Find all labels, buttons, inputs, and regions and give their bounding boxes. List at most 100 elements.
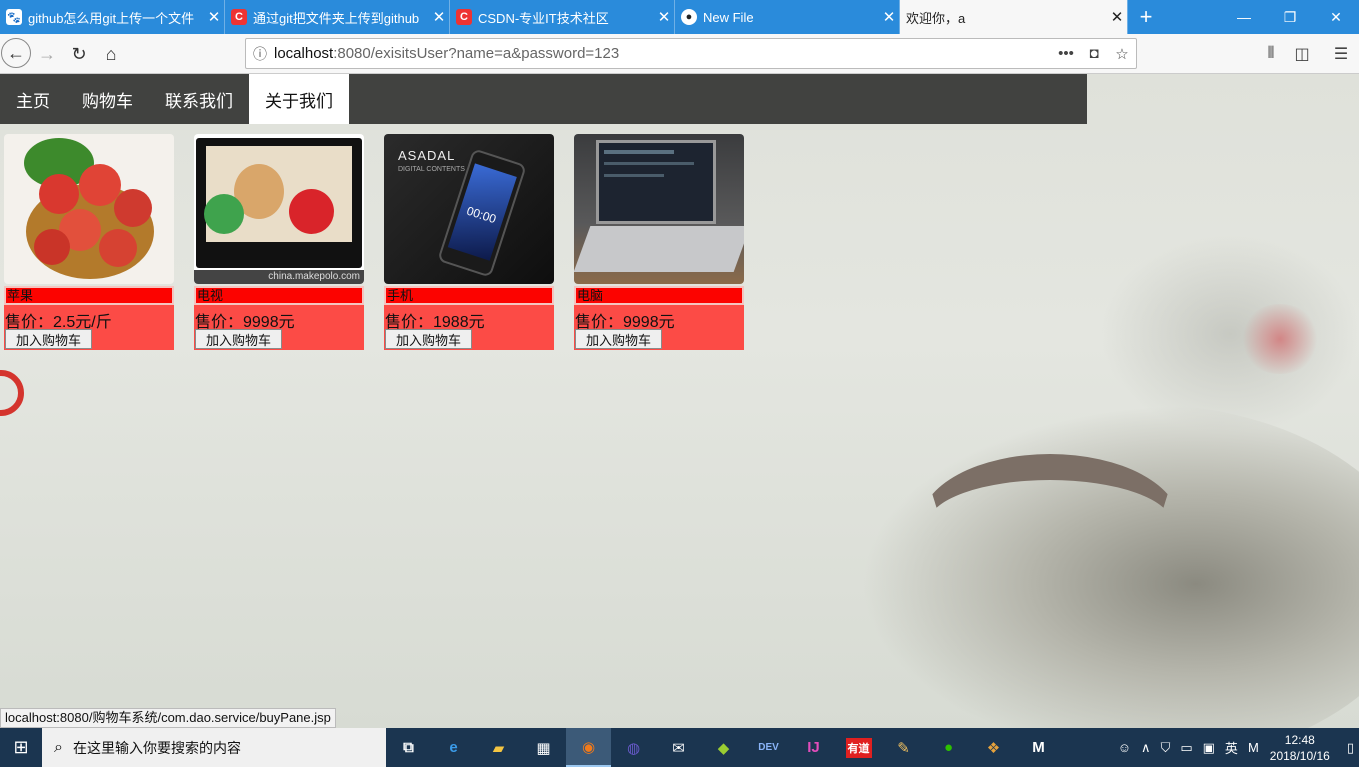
tab-0[interactable]: 🐾 github怎么用git上传一个文件 ✕ bbox=[0, 0, 225, 34]
people-icon[interactable]: ☺ bbox=[1118, 740, 1131, 755]
menu-icon[interactable]: ☰ bbox=[1326, 40, 1356, 68]
app-icon[interactable]: ❖ bbox=[971, 728, 1016, 767]
close-tab-icon[interactable]: ✕ bbox=[1107, 8, 1127, 26]
phone-time: 00:00 bbox=[447, 163, 517, 261]
close-tab-icon[interactable]: ✕ bbox=[879, 8, 899, 26]
blossom-shape bbox=[1240, 304, 1320, 374]
new-tab-button[interactable]: + bbox=[1128, 0, 1164, 34]
more-icon[interactable]: ••• bbox=[1052, 45, 1080, 62]
edge-icon[interactable]: e bbox=[431, 728, 476, 767]
forward-icon[interactable]: → bbox=[33, 40, 61, 68]
tab-3[interactable]: ● New File ✕ bbox=[675, 0, 900, 34]
product-name: 电脑 bbox=[574, 286, 744, 305]
tab-title: github怎么用git上传一个文件 bbox=[28, 10, 195, 26]
close-tab-icon[interactable]: ✕ bbox=[204, 8, 224, 26]
taskbar-search-box[interactable]: ⌕ 在这里输入你要搜索的内容 bbox=[42, 728, 386, 767]
tab-2[interactable]: C CSDN-专业IT技术社区 ✕ bbox=[450, 0, 675, 34]
tv-image[interactable]: china.makepolo.com bbox=[194, 134, 364, 284]
product-card: ASADAL DIGITAL CONTENTS 00:00 手机 售价：1988… bbox=[384, 134, 554, 350]
product-card: 苹果 售价：2.5元/斤 加入购物车 bbox=[4, 134, 174, 350]
window-controls: — ❐ ✕ bbox=[1221, 0, 1359, 34]
product-name: 手机 bbox=[384, 286, 554, 305]
phone-brand: ASADAL bbox=[398, 148, 456, 163]
network-icon[interactable]: ▣ bbox=[1203, 740, 1215, 756]
clock-time: 12:48 bbox=[1284, 732, 1315, 747]
browser-tab-bar: 🐾 github怎么用git上传一个文件 ✕ C 通过git把文件夹上传到git… bbox=[0, 0, 1359, 34]
youdao-icon[interactable]: 有道 bbox=[836, 728, 881, 767]
add-to-cart-button[interactable]: 加入购物车 bbox=[5, 329, 92, 349]
url-host: localhost bbox=[274, 45, 334, 62]
tv-watermark: china.makepolo.com bbox=[194, 270, 364, 284]
tab-title: New File bbox=[703, 9, 754, 25]
url-rest: :8080/exisitsUser?name=a&password=123 bbox=[333, 45, 620, 62]
tab-1[interactable]: C 通过git把文件夹上传到github ✕ bbox=[225, 0, 450, 34]
product-card: china.makepolo.com 电视 售价：9998元 加入购物车 bbox=[194, 134, 364, 350]
tab-title: 欢迎你，a bbox=[906, 10, 966, 26]
notification-icon[interactable]: ▯ bbox=[1347, 740, 1354, 756]
windows-start-icon[interactable]: ⊞ bbox=[0, 728, 42, 767]
search-icon: ⌕ bbox=[54, 738, 63, 756]
product-name: 苹果 bbox=[4, 286, 174, 305]
product-card: 电脑 售价：9998元 加入购物车 bbox=[574, 134, 744, 350]
home-icon[interactable]: ⌂ bbox=[97, 40, 125, 68]
store-icon[interactable]: ▦ bbox=[521, 728, 566, 767]
search-placeholder: 在这里输入你要搜索的内容 bbox=[72, 739, 241, 756]
add-to-cart-button[interactable]: 加入购物车 bbox=[575, 329, 662, 349]
phone-image[interactable]: ASADAL DIGITAL CONTENTS 00:00 bbox=[384, 134, 554, 284]
browser-toolbar: ← → ↻ ⌂ ⓘ localhost:8080/exisitsUser?nam… bbox=[0, 34, 1359, 74]
tray-expand-icon[interactable]: ∧ bbox=[1141, 740, 1151, 756]
m-tray-icon[interactable]: M bbox=[1248, 740, 1259, 755]
page-content: 主页 购物车 联系我们 关于我们 苹果 售价：2.5元/斤 加入购物车 chin… bbox=[0, 74, 1359, 728]
site-nav: 主页 购物车 联系我们 关于我们 bbox=[0, 74, 1087, 124]
shield-icon[interactable]: ⛉ bbox=[1161, 740, 1171, 756]
battery-icon[interactable]: ▭ bbox=[1180, 740, 1192, 756]
sidebar-icon[interactable]: ◫ bbox=[1287, 40, 1317, 68]
close-window-icon[interactable]: ✕ bbox=[1313, 0, 1359, 34]
bookmark-star-icon[interactable]: ☆ bbox=[1108, 45, 1136, 63]
clock[interactable]: 12:48 2018/10/16 bbox=[1270, 732, 1330, 764]
tab-4[interactable]: 欢迎你，a ✕ bbox=[900, 0, 1128, 34]
add-to-cart-button[interactable]: 加入购物车 bbox=[195, 329, 282, 349]
library-icon[interactable]: ⫴ bbox=[1256, 40, 1286, 68]
reload-icon[interactable]: ↻ bbox=[65, 40, 93, 68]
nav-about[interactable]: 关于我们 bbox=[249, 74, 349, 124]
mail-icon[interactable]: ✉ bbox=[656, 728, 701, 767]
eclipse-icon[interactable]: ◍ bbox=[611, 728, 656, 767]
tab-title: CSDN-专业IT技术社区 bbox=[478, 10, 609, 26]
close-tab-icon[interactable]: ✕ bbox=[654, 8, 674, 26]
seal-circle-shape bbox=[0, 370, 24, 416]
windows-taskbar: ⊞ ⌕ 在这里输入你要搜索的内容 ⧉ e ▰ ▦ ◉ ◍ ✉ ◆ DEV IJ … bbox=[0, 728, 1359, 767]
intellij-icon[interactable]: IJ bbox=[791, 728, 836, 767]
address-bar[interactable]: ⓘ localhost:8080/exisitsUser?name=a&pass… bbox=[245, 38, 1137, 69]
url-text[interactable]: localhost:8080/exisitsUser?name=a&passwo… bbox=[274, 45, 1052, 62]
ime-indicator[interactable]: 英 bbox=[1225, 738, 1238, 757]
back-icon[interactable]: ← bbox=[1, 38, 31, 68]
close-tab-icon[interactable]: ✕ bbox=[429, 8, 449, 26]
system-tray: ☺ ∧ ⛉ ▭ ▣ 英 M 12:48 2018/10/16 ▯ bbox=[1113, 728, 1359, 767]
file-explorer-icon[interactable]: ▰ bbox=[476, 728, 521, 767]
restore-icon[interactable]: ❐ bbox=[1267, 0, 1313, 34]
m-icon[interactable]: M bbox=[1016, 728, 1061, 767]
paint-icon[interactable]: ✎ bbox=[881, 728, 926, 767]
devc-icon[interactable]: DEV bbox=[746, 728, 791, 767]
laptop-image[interactable] bbox=[574, 134, 744, 284]
nav-cart[interactable]: 购物车 bbox=[66, 74, 149, 124]
apples-image[interactable] bbox=[4, 134, 174, 284]
product-info: 售价：9998元 加入购物车 bbox=[194, 305, 364, 350]
baidu-icon: 🐾 bbox=[6, 9, 22, 25]
task-view-icon[interactable]: ⧉ bbox=[386, 728, 431, 767]
tab-title: 通过git把文件夹上传到github bbox=[253, 10, 420, 26]
add-to-cart-button[interactable]: 加入购物车 bbox=[385, 329, 472, 349]
csdn-icon: C bbox=[231, 9, 247, 25]
wechat-icon[interactable]: ● bbox=[926, 728, 971, 767]
git-icon[interactable]: ◆ bbox=[701, 728, 746, 767]
status-bar-url: localhost:8080/购物车系统/com.dao.service/buy… bbox=[0, 708, 336, 728]
pocket-icon[interactable]: ◘ bbox=[1080, 45, 1108, 62]
firefox-icon[interactable]: ◉ bbox=[566, 728, 611, 767]
nav-home[interactable]: 主页 bbox=[0, 74, 66, 124]
minimize-icon[interactable]: — bbox=[1221, 0, 1267, 34]
csdn-icon: C bbox=[456, 9, 472, 25]
info-icon[interactable]: ⓘ bbox=[246, 44, 274, 64]
nav-contact[interactable]: 联系我们 bbox=[149, 74, 249, 124]
product-name: 电视 bbox=[194, 286, 364, 305]
